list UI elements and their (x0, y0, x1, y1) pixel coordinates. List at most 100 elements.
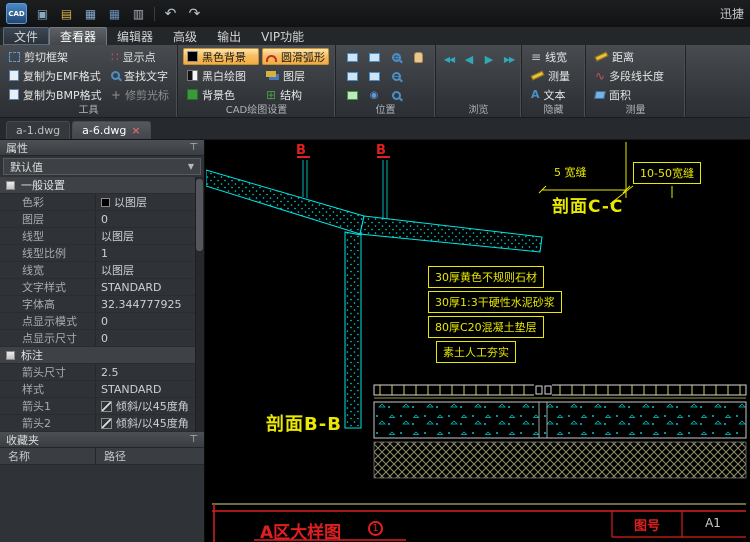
measure-polyline-button[interactable]: ∿多段线长度 (591, 67, 681, 84)
section-dimension[interactable]: 标注 (0, 347, 204, 364)
group-label-measure: 测量 (586, 101, 685, 116)
prop-row-arrow-size[interactable]: 箭头尺寸2.5 (0, 364, 204, 381)
layers-button[interactable]: 图层 (262, 67, 329, 84)
ribbon-group-position: ◉ 位置 (336, 45, 436, 117)
zoom-extents-icon (369, 53, 380, 62)
hide-measure-button[interactable]: 测量 (527, 67, 581, 84)
preset-dropdown[interactable]: 默认值 ▼ (3, 158, 201, 175)
structure-tree-icon: ⊞ (266, 89, 276, 101)
last-page-button[interactable]: ▶▶ (501, 50, 517, 68)
tab-output[interactable]: 输出 (207, 27, 251, 45)
undo-icon[interactable]: ↶ (162, 5, 179, 22)
copy-emf-button[interactable]: 复制为EMF格式 (5, 67, 104, 84)
zoom-previous-button[interactable] (342, 68, 362, 85)
zoom-all-button[interactable] (364, 68, 384, 85)
search-icon (111, 71, 120, 80)
next-page-icon: ▶ (485, 53, 493, 66)
ribbon-group-tools: 剪切框架 复制为EMF格式 复制为BMP格式 ∷显示点 查找文字 +修剪光标 工… (0, 45, 178, 117)
prop-row-point-size[interactable]: 点显示尺寸0 (0, 330, 204, 347)
clip-frame-icon (9, 52, 20, 62)
favorites-list-empty[interactable] (0, 465, 204, 542)
smooth-arc-button[interactable]: 圆滑弧形 (262, 48, 329, 65)
save-as-icon[interactable]: ▦ (106, 5, 123, 22)
hide-linewidth-button[interactable]: ≡线宽 (527, 48, 581, 65)
previous-page-button[interactable]: ◀ (461, 50, 477, 68)
prop-row-textstyle[interactable]: 文字样式STANDARD (0, 279, 204, 296)
prop-row-linetype[interactable]: 线型以图层 (0, 228, 204, 245)
properties-scrollbar[interactable] (195, 177, 204, 432)
show-points-button[interactable]: ∷显示点 (107, 48, 173, 65)
tab-advanced[interactable]: 高级 (163, 27, 207, 45)
prop-row-fontheight[interactable]: 字体高32.344777925 (0, 296, 204, 313)
find-text-button[interactable]: 查找文字 (107, 67, 173, 84)
spacer-cell (408, 68, 428, 85)
favorites-title: 收藏夹 (6, 432, 39, 448)
sheet-no-value: A1 (682, 516, 744, 530)
tab-editor[interactable]: 编辑器 (107, 27, 163, 45)
group-label-browse: 浏览 (436, 101, 521, 116)
zoom-extents-button[interactable] (364, 49, 384, 66)
pin-icon[interactable]: ⊤ (189, 434, 198, 445)
arrow-style-icon (101, 401, 112, 412)
clip-frame-button[interactable]: 剪切框架 (5, 48, 104, 65)
prop-row-layer[interactable]: 图层0 (0, 211, 204, 228)
titlebar-separator (154, 7, 155, 21)
prop-row-point-mode[interactable]: 点显示模式0 (0, 313, 204, 330)
prop-row-linetype-scale[interactable]: 线型比例1 (0, 245, 204, 262)
prop-row-arrow1[interactable]: 箭头1倾斜/以45度角 (0, 398, 204, 415)
ribbon: 剪切框架 复制为EMF格式 复制为BMP格式 ∷显示点 查找文字 +修剪光标 工… (0, 45, 750, 118)
app-window: CAD ▣ ▤ ▦ ▦ ▥ ↶ ↷ 迅捷 文件 查看器 编辑器 高级 输出 VI… (0, 0, 750, 542)
prop-row-lineweight[interactable]: 线宽以图层 (0, 262, 204, 279)
open-file-icon[interactable]: ▤ (58, 5, 75, 22)
distance-ruler-icon (595, 51, 609, 61)
prop-row-color[interactable]: 色彩以图层 (0, 194, 204, 211)
tab-viewer[interactable]: 查看器 (49, 27, 107, 45)
material-label-1: 30厚黄色不规则石材 (428, 266, 544, 288)
drawing-canvas[interactable]: B B 5 宽缝 10-50宽缝 剖面C-C 30厚黄色不规则石材 30厚1:3… (206, 140, 750, 542)
pin-icon[interactable]: ⊤ (189, 142, 198, 153)
sheet-title: A区大样图 (260, 518, 341, 542)
favorites-col-name[interactable]: 名称 (0, 448, 96, 464)
ribbon-group-hide: ≡线宽 测量 A文本 隐藏 (522, 45, 586, 117)
black-square-icon (187, 51, 198, 62)
emf-document-icon (9, 70, 19, 81)
document-tab-bar: a-1.dwg a-6.dwg× (0, 118, 750, 140)
group-label-tools: 工具 (0, 101, 177, 116)
first-page-button[interactable]: ◀◀ (441, 50, 457, 68)
zoom-all-icon (369, 72, 380, 81)
last-page-icon: ▶▶ (504, 55, 514, 64)
section-general[interactable]: 一般设置 (0, 177, 204, 194)
prop-row-arrow2[interactable]: 箭头2倾斜/以45度角 (0, 415, 204, 432)
redo-icon[interactable]: ↷ (186, 5, 203, 22)
background-color-icon (187, 89, 198, 100)
pan-button[interactable] (408, 49, 428, 66)
title-bar: CAD ▣ ▤ ▦ ▦ ▥ ↶ ↷ 迅捷 (0, 0, 750, 27)
doc-tab-a6[interactable]: a-6.dwg× (72, 121, 150, 139)
tab-file[interactable]: 文件 (3, 27, 49, 45)
black-background-button[interactable]: 黑色背景 (183, 48, 259, 65)
scrollbar-thumb[interactable] (196, 179, 203, 251)
favorites-column-headers: 名称 路径 (0, 448, 204, 465)
section-cc-title: 剖面C-C (552, 192, 623, 217)
zoom-in-button[interactable] (386, 49, 406, 66)
doc-tab-a1[interactable]: a-1.dwg (6, 121, 70, 139)
previous-page-icon: ◀ (465, 53, 473, 66)
save-icon[interactable]: ▦ (82, 5, 99, 22)
zoom-window-button[interactable] (342, 49, 362, 66)
bw-drawing-button[interactable]: 黑白绘图 (183, 67, 259, 84)
chevron-down-icon: ▼ (188, 162, 194, 171)
collapse-icon[interactable] (6, 351, 15, 360)
favorites-col-path[interactable]: 路径 (96, 448, 204, 464)
tab-vip[interactable]: VIP功能 (251, 27, 314, 45)
eye-icon: ◉ (370, 91, 379, 101)
zoom-out-button[interactable] (386, 68, 406, 85)
properties-grid: 一般设置 色彩以图层 图层0 线型以图层 线型比例1 线宽以图层 文字样式STA… (0, 177, 204, 432)
next-page-button[interactable]: ▶ (481, 50, 497, 68)
prop-row-dim-style[interactable]: 样式STANDARD (0, 381, 204, 398)
collapse-icon[interactable] (6, 181, 15, 190)
print-icon[interactable]: ▥ (130, 5, 147, 22)
close-tab-icon[interactable]: × (131, 124, 140, 137)
new-file-icon[interactable]: ▣ (34, 5, 51, 22)
ribbon-group-cad-settings: 黑色背景 黑白绘图 背景色 圆滑弧形 图层 ⊞结构 CAD绘图设置 (178, 45, 336, 117)
measure-distance-button[interactable]: 距离 (591, 48, 681, 65)
